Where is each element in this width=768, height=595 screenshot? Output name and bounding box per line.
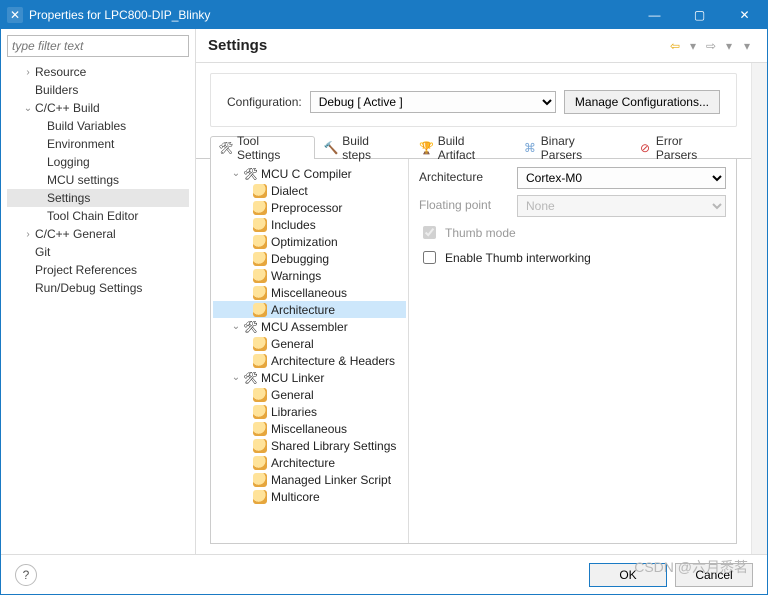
category-tree: ›Resource Builders ⌄C/C++ Build Build Va… (7, 63, 189, 548)
tree-managed-linker-script[interactable]: Managed Linker Script (213, 471, 406, 488)
configuration-label: Configuration: (227, 95, 302, 109)
nav-builders[interactable]: Builders (7, 81, 189, 99)
build-artifact-icon: 🏆 (420, 141, 434, 155)
build-steps-icon: 🔨 (324, 141, 338, 155)
architecture-label: Architecture (419, 167, 509, 189)
tree-includes[interactable]: Includes (213, 216, 406, 233)
tree-general-linker[interactable]: General (213, 386, 406, 403)
filter-input[interactable] (7, 35, 189, 57)
forward-menu[interactable]: ▾ (721, 38, 737, 54)
thumb-interworking-checkbox[interactable] (423, 251, 436, 264)
nav-run-debug[interactable]: Run/Debug Settings (7, 279, 189, 297)
forward-button[interactable]: ⇨ (703, 38, 719, 54)
titlebar: ✕ Properties for LPC800-DIP_Blinky — ▢ ✕ (1, 1, 767, 29)
tree-multicore[interactable]: Multicore (213, 488, 406, 505)
tree-shared-library[interactable]: Shared Library Settings (213, 437, 406, 454)
cancel-button[interactable]: Cancel (675, 563, 753, 587)
tree-architecture-linker[interactable]: Architecture (213, 454, 406, 471)
tree-warnings[interactable]: Warnings (213, 267, 406, 284)
thumb-mode-checkbox (423, 226, 436, 239)
tree-dialect[interactable]: Dialect (213, 182, 406, 199)
tree-architecture-headers[interactable]: Architecture & Headers (213, 352, 406, 369)
error-parsers-icon: ⊘ (638, 141, 652, 155)
nav-resource[interactable]: ›Resource (7, 63, 189, 81)
tab-error-parsers[interactable]: ⊘Error Parsers (629, 136, 737, 159)
tree-mcu-c-compiler[interactable]: ⌄🛠MCU C Compiler (213, 165, 406, 182)
configuration-select[interactable]: Debug [ Active ] (310, 91, 556, 113)
nav-project-references[interactable]: Project References (7, 261, 189, 279)
tab-binary-parsers[interactable]: ⌘Binary Parsers (514, 136, 629, 159)
nav-mcu-settings[interactable]: MCU settings (7, 171, 189, 189)
back-button[interactable]: ⇦ (667, 38, 683, 54)
page-title: Settings (208, 37, 667, 54)
nav-environment[interactable]: Environment (7, 135, 189, 153)
back-menu[interactable]: ▾ (685, 38, 701, 54)
vertical-scrollbar[interactable] (751, 63, 767, 554)
tab-tool-settings[interactable]: 🛠Tool Settings (210, 136, 315, 159)
floating-point-select: None (517, 195, 726, 217)
nav-c-general[interactable]: ›C/C++ General (7, 225, 189, 243)
view-menu[interactable]: ▾ (739, 38, 755, 54)
close-button[interactable]: ✕ (722, 1, 767, 29)
tree-preprocessor[interactable]: Preprocessor (213, 199, 406, 216)
architecture-form: Architecture Cortex-M0 Floating point No… (409, 159, 736, 543)
ok-button[interactable]: OK (589, 563, 667, 587)
tab-build-artifact[interactable]: 🏆Build Artifact (411, 136, 514, 159)
thumb-interworking-label: Enable Thumb interworking (445, 251, 591, 265)
left-panel: ›Resource Builders ⌄C/C++ Build Build Va… (1, 29, 196, 554)
tree-libraries[interactable]: Libraries (213, 403, 406, 420)
binary-parsers-icon: ⌘ (523, 141, 537, 155)
settings-tab-bar: 🛠Tool Settings 🔨Build steps 🏆Build Artif… (196, 135, 751, 159)
properties-dialog: ✕ Properties for LPC800-DIP_Blinky — ▢ ✕… (0, 0, 768, 595)
floating-point-label: Floating point (419, 195, 509, 217)
maximize-button[interactable]: ▢ (677, 1, 722, 29)
manage-configurations-button[interactable]: Manage Configurations... (564, 90, 720, 114)
tree-architecture-compiler[interactable]: Architecture (213, 301, 406, 318)
window-title: Properties for LPC800-DIP_Blinky (29, 8, 632, 22)
tree-mcu-assembler[interactable]: ⌄🛠MCU Assembler (213, 318, 406, 335)
tree-debugging[interactable]: Debugging (213, 250, 406, 267)
tool-settings-tree: ⌄🛠MCU C Compiler Dialect Preprocessor In… (211, 159, 409, 543)
nav-git[interactable]: Git (7, 243, 189, 261)
app-icon: ✕ (7, 7, 23, 23)
tree-general-assembler[interactable]: General (213, 335, 406, 352)
help-button[interactable]: ? (15, 564, 37, 586)
minimize-button[interactable]: — (632, 1, 677, 29)
thumb-mode-label: Thumb mode (445, 226, 516, 240)
nav-settings[interactable]: Settings (7, 189, 189, 207)
nav-build-variables[interactable]: Build Variables (7, 117, 189, 135)
configuration-row: Configuration: Debug [ Active ] Manage C… (210, 73, 737, 127)
nav-c-build[interactable]: ⌄C/C++ Build (7, 99, 189, 117)
tab-build-steps[interactable]: 🔨Build steps (315, 136, 410, 159)
tree-miscellaneous-compiler[interactable]: Miscellaneous (213, 284, 406, 301)
architecture-select[interactable]: Cortex-M0 (517, 167, 726, 189)
nav-tool-chain-editor[interactable]: Tool Chain Editor (7, 207, 189, 225)
tool-settings-icon: 🛠 (219, 141, 233, 155)
tree-miscellaneous-linker[interactable]: Miscellaneous (213, 420, 406, 437)
tree-mcu-linker[interactable]: ⌄🛠MCU Linker (213, 369, 406, 386)
nav-logging[interactable]: Logging (7, 153, 189, 171)
tree-optimization[interactable]: Optimization (213, 233, 406, 250)
